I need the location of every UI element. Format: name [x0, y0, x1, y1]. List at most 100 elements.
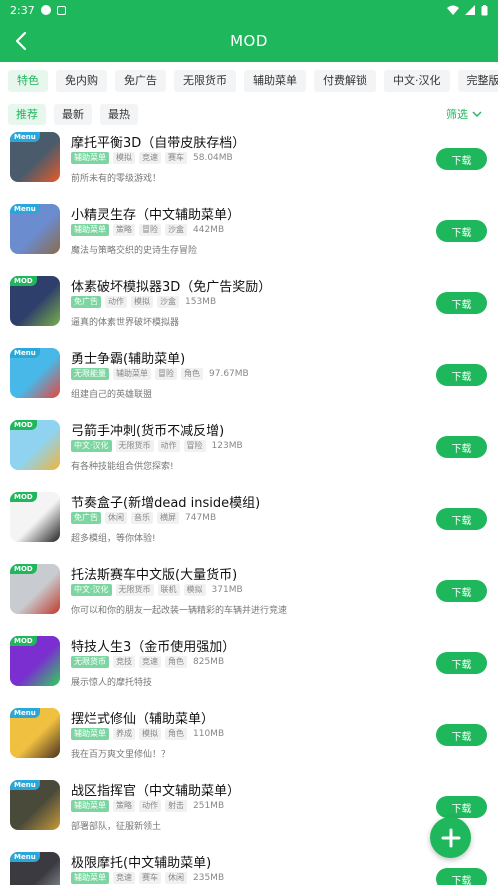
app-icon[interactable]: Menu — [10, 348, 60, 398]
mod-badge: MOD — [10, 420, 37, 430]
tab-chinese[interactable]: 中文·汉化 — [384, 70, 450, 92]
app-size: 251MB — [193, 801, 225, 811]
app-tags: 无限货币 竞技 竞速 角色 825MB — [71, 656, 224, 668]
alert-icon — [40, 5, 51, 15]
list-item[interactable]: MOD 托法斯赛车中文版(大量货币) 中文·汉化 无限货币 联机 模拟 371MB 你可以和你… — [0, 558, 498, 630]
app-description: 逼真的体素世界破坏模拟器 — [71, 318, 180, 328]
app-icon[interactable]: MOD — [10, 636, 60, 686]
app-icon[interactable]: Menu — [10, 204, 60, 254]
app-size: 123MB — [211, 441, 243, 451]
app-tag: 模拟 — [113, 152, 135, 164]
tab-paid-unlock[interactable]: 付费解锁 — [314, 70, 376, 92]
app-tag: 赛车 — [139, 872, 161, 884]
app-name[interactable]: 战区指挥官（中文辅助菜单） — [71, 780, 240, 799]
app-tag: 养成 — [113, 728, 135, 740]
app-icon[interactable]: Menu — [10, 852, 60, 885]
download-button[interactable]: 下载 — [436, 220, 487, 242]
download-button[interactable]: 下载 — [436, 580, 487, 602]
tab-mod-menu[interactable]: 辅助菜单 — [244, 70, 306, 92]
download-button[interactable]: 下载 — [436, 436, 487, 458]
download-button[interactable]: 下载 — [436, 292, 487, 314]
app-tag: 免广告 — [71, 296, 101, 308]
app-name[interactable]: 托法斯赛车中文版(大量货币) — [71, 564, 237, 583]
app-tag: 模拟 — [183, 584, 206, 596]
list-item[interactable]: Menu 摩托平衡3D（自带皮肤存档） 辅助菜单 模拟 竞速 赛车 58.04MB 前所未有的… — [0, 126, 498, 198]
app-description: 前所未有的零级游戏！ — [71, 174, 162, 184]
app-tag: 赛车 — [165, 152, 187, 164]
tab-no-ads[interactable]: 免广告 — [115, 70, 166, 92]
app-name[interactable]: 勇士争霸(辅助菜单) — [71, 348, 185, 367]
list-item[interactable]: MOD 节奏盒子(新增dead inside模组) 免广告 休闲 音乐 横屏 747MB 超多… — [0, 486, 498, 558]
tab-unlimited-currency[interactable]: 无限货币 — [174, 70, 236, 92]
app-tag: 竞速 — [139, 656, 161, 668]
app-tag: 休闲 — [105, 512, 127, 524]
app-name[interactable]: 摆烂式修仙（辅助菜单） — [71, 708, 214, 727]
app-icon[interactable]: Menu — [10, 132, 60, 182]
tab-full-version[interactable]: 完整版 — [457, 70, 498, 92]
app-tag: 竞速 — [113, 872, 135, 884]
app-tags: 免广告 动作 模拟 沙盒 153MB — [71, 296, 216, 308]
mod-badge: MOD — [10, 492, 37, 502]
app-tag: 冒险 — [183, 440, 206, 452]
filter-button[interactable]: 筛选 — [446, 106, 490, 122]
app-icon[interactable]: MOD — [10, 564, 60, 614]
app-tag: 竞速 — [139, 152, 161, 164]
app-name[interactable]: 小精灵生存（中文辅助菜单） — [71, 204, 240, 223]
app-name[interactable]: 体素破坏模拟器3D（免广告奖励） — [71, 276, 271, 295]
mod-badge: Menu — [10, 348, 40, 358]
app-tag: 辅助菜单 — [71, 224, 109, 236]
list-item[interactable]: MOD 体素破坏模拟器3D（免广告奖励） 免广告 动作 模拟 沙盒 153MB 逼真的体素世界… — [0, 270, 498, 342]
app-icon[interactable]: Menu — [10, 708, 60, 758]
download-button[interactable]: 下载 — [436, 652, 487, 674]
app-name[interactable]: 节奏盒子(新增dead inside模组) — [71, 492, 260, 511]
app-tag: 竞技 — [113, 656, 135, 668]
mod-badge: Menu — [10, 780, 40, 790]
mod-badge: Menu — [10, 132, 40, 142]
app-size: 442MB — [193, 225, 225, 235]
app-name[interactable]: 摩托平衡3D（自带皮肤存档） — [71, 132, 245, 151]
download-button[interactable]: 下载 — [436, 148, 487, 170]
download-button[interactable]: 下载 — [436, 364, 487, 386]
status-time: 2:37 — [10, 3, 35, 17]
list-item[interactable]: MOD 弓箭手冲刺(货币不减反增) 中文·汉化 无限货币 动作 冒险 123MB 有各种技能组… — [0, 414, 498, 486]
list-item[interactable]: Menu 摆烂式修仙（辅助菜单） 辅助菜单 养成 模拟 角色 110MB 我在百万爽文里修仙！… — [0, 702, 498, 774]
sort-recommended[interactable]: 推荐 — [8, 103, 46, 125]
app-tag: 动作 — [157, 440, 180, 452]
app-tag: 射击 — [165, 800, 187, 812]
tab-no-iap[interactable]: 免内购 — [56, 70, 107, 92]
app-size: 747MB — [185, 513, 217, 523]
app-tags: 无限能量 辅助菜单 冒险 角色 97.67MB — [71, 368, 249, 380]
sort-hottest[interactable]: 最热 — [100, 103, 138, 125]
app-icon[interactable]: MOD — [10, 276, 60, 326]
tab-featured[interactable]: 特色 — [8, 70, 48, 92]
app-list: Menu 摩托平衡3D（自带皮肤存档） 辅助菜单 模拟 竞速 赛车 58.04MB 前所未有的… — [0, 126, 498, 885]
list-item[interactable]: Menu 极限摩托(中文辅助菜单) 辅助菜单 竞速 赛车 休闲 235MB 下载 — [0, 846, 498, 885]
download-button[interactable]: 下载 — [436, 724, 487, 746]
app-name[interactable]: 特技人生3（金币使用强加） — [71, 636, 235, 655]
list-item[interactable]: Menu 战区指挥官（中文辅助菜单） 辅助菜单 策略 动作 射击 251MB 部署部队，征服新… — [0, 774, 498, 846]
list-item[interactable]: MOD 特技人生3（金币使用强加） 无限货币 竞技 竞速 角色 825MB 展示惊人的摩托特技… — [0, 630, 498, 702]
app-tag: 休闲 — [165, 872, 187, 884]
app-tag: 音乐 — [131, 512, 153, 524]
app-tag: 动作 — [105, 296, 127, 308]
sort-newest[interactable]: 最新 — [54, 103, 92, 125]
list-item[interactable]: Menu 小精灵生存（中文辅助菜单） 辅助菜单 策略 冒险 沙盒 442MB 魔法与策略交织的… — [0, 198, 498, 270]
download-button[interactable]: 下载 — [436, 868, 487, 885]
app-name[interactable]: 弓箭手冲刺(货币不减反增) — [71, 420, 224, 439]
add-fab-button[interactable] — [430, 817, 471, 858]
app-tag: 冒险 — [155, 368, 177, 380]
app-tag: 动作 — [139, 800, 161, 812]
app-icon[interactable]: MOD — [10, 420, 60, 470]
download-button[interactable]: 下载 — [436, 508, 487, 530]
list-item[interactable]: Menu 勇士争霸(辅助菜单) 无限能量 辅助菜单 冒险 角色 97.67MB 组建自己的英雄… — [0, 342, 498, 414]
back-button[interactable] — [8, 28, 34, 54]
app-icon[interactable]: Menu — [10, 780, 60, 830]
download-button[interactable]: 下载 — [436, 796, 487, 818]
app-icon[interactable]: MOD — [10, 492, 60, 542]
app-tags: 中文·汉化 无限货币 动作 冒险 123MB — [71, 440, 243, 452]
app-size: 235MB — [193, 873, 225, 883]
app-size: 58.04MB — [193, 153, 233, 163]
app-tag: 无限能量 — [71, 368, 109, 380]
app-name[interactable]: 极限摩托(中文辅助菜单) — [71, 852, 211, 871]
mod-badge: MOD — [10, 564, 37, 574]
